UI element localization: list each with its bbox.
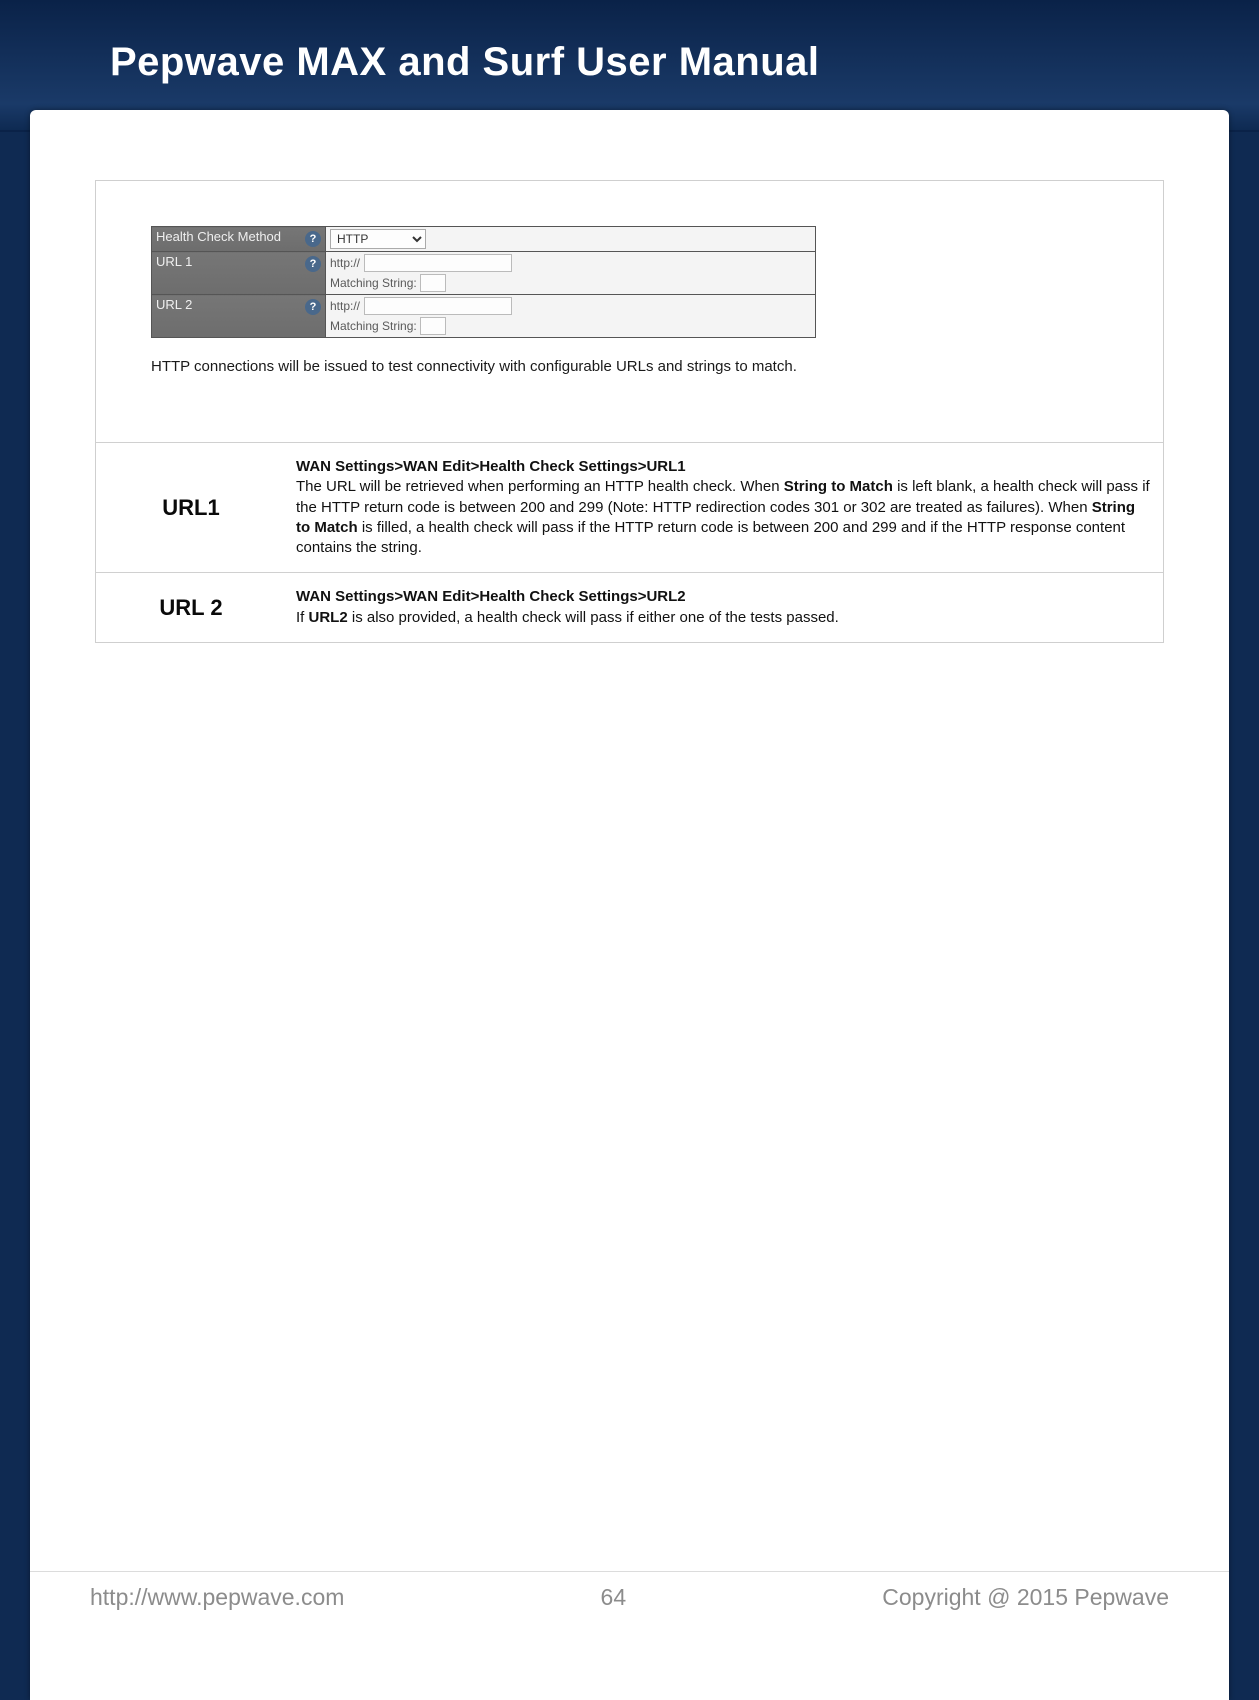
definitions-table: URL1 WAN Settings>WAN Edit>Health Check … [96, 442, 1163, 642]
label-text: URL 2 [156, 297, 192, 312]
label-url1: URL 1 ? [152, 252, 326, 295]
help-icon[interactable]: ? [305, 256, 321, 272]
bold-text: URL2 [309, 609, 348, 626]
health-check-config-table: Health Check Method ? HTTP URL 1 ? [151, 226, 816, 338]
label-text: Health Check Method [156, 229, 281, 244]
matching-string-label: Matching String: [330, 319, 417, 333]
definition-row-url2: URL 2 WAN Settings>WAN Edit>Health Check… [96, 573, 1163, 642]
config-screenshot: Health Check Method ? HTTP URL 1 ? [96, 181, 1163, 442]
config-row-url1: URL 1 ? http:// Matching String: [152, 252, 816, 295]
url2-input[interactable] [364, 297, 512, 315]
url2-prefix: http:// [330, 299, 360, 313]
bold-text: String to Match [784, 478, 893, 495]
page-body: Health Check Method ? HTTP URL 1 ? [30, 110, 1229, 1700]
text: is also provided, a health check will pa… [348, 609, 839, 626]
page-title: Pepwave MAX and Surf User Manual [0, 0, 1259, 85]
breadcrumb: WAN Settings>WAN Edit>Health Check Setti… [296, 588, 686, 605]
config-row-method: Health Check Method ? HTTP [152, 227, 816, 252]
url1-prefix: http:// [330, 256, 360, 270]
desc-url1: WAN Settings>WAN Edit>Health Check Setti… [286, 443, 1163, 573]
config-row-url2: URL 2 ? http:// Matching String: [152, 295, 816, 338]
desc-url2: WAN Settings>WAN Edit>Health Check Setti… [286, 573, 1163, 642]
caption-text: HTTP connections will be issued to test … [151, 356, 1108, 422]
help-icon[interactable]: ? [305, 231, 321, 247]
definition-row-url1: URL1 WAN Settings>WAN Edit>Health Check … [96, 443, 1163, 573]
page-number: 64 [601, 1584, 627, 1611]
health-check-method-select[interactable]: HTTP [330, 229, 426, 249]
url1-matching-input[interactable] [420, 274, 446, 292]
label-url2: URL 2 ? [152, 295, 326, 338]
url2-matching-input[interactable] [420, 317, 446, 335]
text: The URL will be retrieved when performin… [296, 478, 784, 495]
page-footer: http://www.pepwave.com 64 Copyright @ 20… [0, 1571, 1259, 1641]
label-health-check-method: Health Check Method ? [152, 227, 326, 252]
text: If [296, 609, 309, 626]
matching-string-label: Matching String: [330, 276, 417, 290]
content-box: Health Check Method ? HTTP URL 1 ? [95, 180, 1164, 643]
term-url1: URL1 [96, 443, 286, 573]
label-text: URL 1 [156, 254, 192, 269]
term-url2: URL 2 [96, 573, 286, 642]
breadcrumb: WAN Settings>WAN Edit>Health Check Setti… [296, 458, 686, 475]
footer-url: http://www.pepwave.com [90, 1584, 344, 1611]
help-icon[interactable]: ? [305, 299, 321, 315]
text: is filled, a health check will pass if t… [296, 519, 1125, 556]
footer-copyright: Copyright @ 2015 Pepwave [882, 1584, 1169, 1611]
url1-input[interactable] [364, 254, 512, 272]
